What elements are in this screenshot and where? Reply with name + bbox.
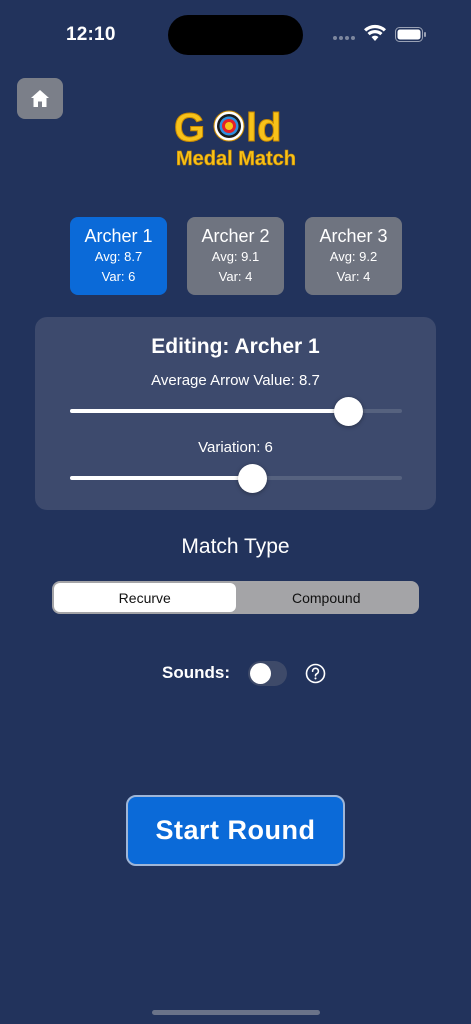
archer-variation: Var: 4	[336, 269, 371, 284]
start-round-button[interactable]: Start Round	[126, 795, 345, 866]
match-type-label: Match Type	[181, 535, 290, 558]
battery-icon	[395, 27, 426, 42]
average-arrow-label: Average Arrow Value: 8.7	[151, 372, 320, 389]
match-type-segmented-control: Recurve Compound	[52, 581, 419, 614]
archer-average: Avg: 9.2	[329, 249, 378, 264]
archer-2-card[interactable]: Archer 2 Avg: 9.1 Var: 4	[187, 217, 284, 295]
svg-text:ld: ld	[246, 106, 282, 150]
sounds-toggle[interactable]	[248, 661, 287, 686]
variation-label: Variation: 6	[198, 439, 273, 456]
archer-1-card[interactable]: Archer 1 Avg: 8.7 Var: 6	[70, 217, 167, 295]
gold-medal-match-logo: G ld Medal Match	[174, 106, 297, 171]
segment-compound[interactable]: Compound	[236, 583, 418, 612]
editor-title: Editing: Archer 1	[151, 335, 320, 358]
archer-name: Archer 3	[319, 226, 388, 246]
slider-fill	[70, 409, 349, 413]
dynamic-island	[168, 15, 303, 55]
archer-name: Archer 2	[201, 226, 270, 246]
house-icon	[31, 90, 49, 107]
status-time: 12:10	[66, 24, 116, 45]
home-button[interactable]	[17, 78, 63, 119]
archer-average: Avg: 8.7	[94, 249, 143, 264]
archer-variation: Var: 4	[218, 269, 253, 284]
archer-average: Avg: 9.1	[211, 249, 260, 264]
archer-variation: Var: 6	[101, 269, 136, 284]
question-circle-icon[interactable]	[305, 663, 326, 684]
archer-name: Archer 1	[84, 226, 153, 246]
archer-3-card[interactable]: Archer 3 Avg: 9.2 Var: 4	[305, 217, 402, 295]
sounds-label: Sounds:	[162, 663, 230, 682]
segment-recurve[interactable]: Recurve	[54, 583, 236, 612]
toggle-knob	[250, 663, 271, 684]
home-indicator	[152, 1010, 320, 1015]
average-arrow-slider[interactable]	[70, 397, 402, 426]
svg-text:Medal Match: Medal Match	[176, 148, 296, 170]
cellular-signal-icon	[333, 36, 355, 40]
svg-text:G: G	[174, 106, 205, 150]
slider-thumb[interactable]	[238, 464, 268, 493]
slider-fill	[70, 476, 253, 480]
wifi-icon	[364, 24, 386, 41]
variation-slider[interactable]	[70, 464, 402, 493]
